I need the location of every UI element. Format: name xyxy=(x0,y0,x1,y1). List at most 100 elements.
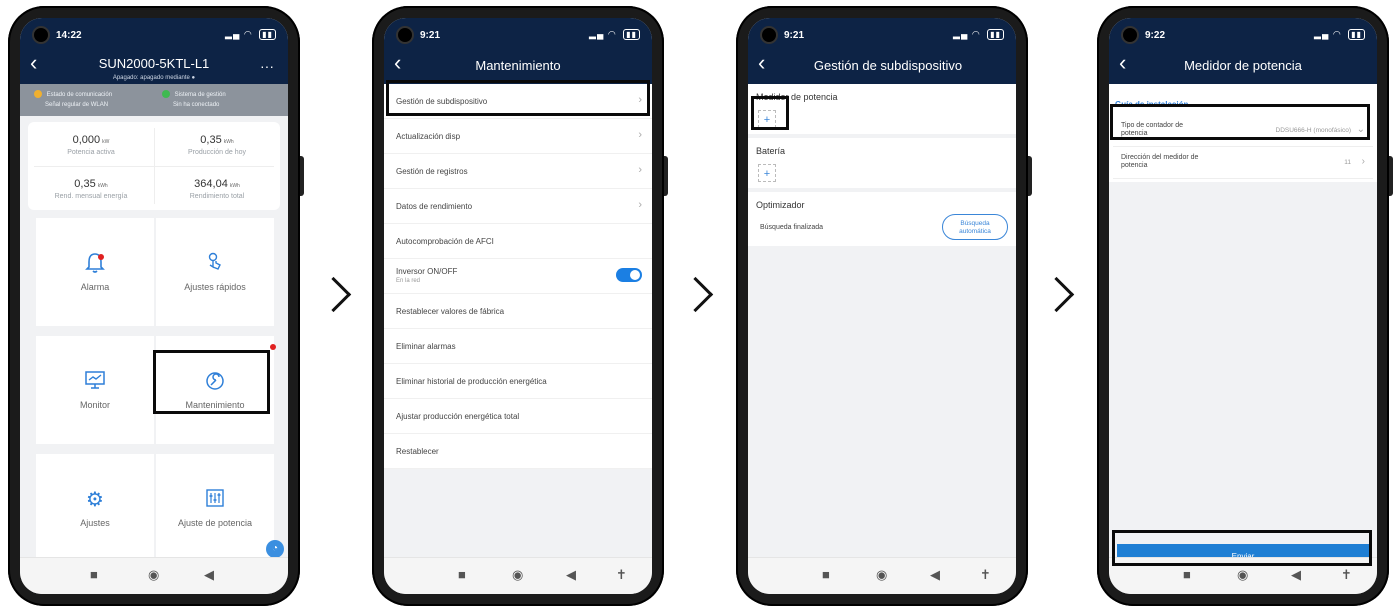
chevron-right-icon: › xyxy=(638,199,642,211)
camera-icon xyxy=(760,26,778,44)
recent-apps-icon[interactable]: ■ xyxy=(1183,567,1191,582)
field-meter-address[interactable]: Dirección del medidor de potencia 11 › xyxy=(1113,148,1373,179)
battery-icon: ▮▮ xyxy=(987,29,1004,40)
menu-item-reset[interactable]: Restablecer xyxy=(384,434,652,469)
recent-apps-icon[interactable]: ■ xyxy=(458,567,466,582)
menu-item-label: Inversor ON/OFF xyxy=(396,267,458,276)
comm-status-value: Señal regular de WLAN xyxy=(45,102,109,108)
tile-power-adjust[interactable]: Ajuste de potencia xyxy=(156,454,274,562)
stat-label: Rendimiento total xyxy=(189,193,245,200)
accessibility-icon[interactable]: ✝ xyxy=(1341,567,1352,583)
highlight-add-meter xyxy=(751,96,789,130)
stat-unit: kWh xyxy=(97,183,108,189)
menu-item-label: Eliminar alarmas xyxy=(396,342,456,351)
battery-icon: ▮▮ xyxy=(259,29,276,40)
signal-icons: ▂▄ ◠ ▮▮ xyxy=(953,29,1004,40)
menu-item-label: Restablecer valores de fábrica xyxy=(396,307,505,316)
stat-unit: kW xyxy=(102,139,110,145)
chevron-right-icon: › xyxy=(638,164,642,176)
menu-item-label: Ajustar producción energética total xyxy=(396,412,520,421)
screen-device-home: 14:22 ▂▄ ◠ ▮▮ ‹ SUN2000-5KTL-L1 Apagado:… xyxy=(20,18,288,594)
app-header: 14:22 ▂▄ ◠ ▮▮ ‹ SUN2000-5KTL-L1 Apagado:… xyxy=(20,18,288,84)
recent-apps-icon[interactable]: ■ xyxy=(822,567,830,582)
menu-item-label: Gestión de registros xyxy=(396,167,468,176)
sliders-icon xyxy=(156,488,274,512)
tile-label: Ajustes rápidos xyxy=(184,282,246,292)
device-title: SUN2000-5KTL-L1 xyxy=(98,56,210,71)
tile-alarm[interactable]: Alarma xyxy=(36,218,154,326)
status-time: 9:22 xyxy=(1145,30,1166,41)
app-header: 9:21 ▂▄ ◠ ▮▮ ‹ Gestión de subdispositivo xyxy=(748,18,1016,84)
signal-icons: ▂▄ ◠ ▮▮ xyxy=(1314,29,1365,40)
comm-status: Estado de comunicación Señal regular de … xyxy=(34,90,112,110)
android-nav-bar: ■ ◉ ◀ ✝ xyxy=(384,557,652,594)
stats-card: 0,000 kW Potencia activa 0,35 kWh Producci… xyxy=(28,122,280,210)
menu-item-clear-history[interactable]: Eliminar historial de producción energét… xyxy=(384,364,652,399)
status-bar: 9:21 ▂▄ ◠ ▮▮ xyxy=(748,26,1016,46)
highlight-subdevice xyxy=(386,80,650,116)
step-arrow-3 xyxy=(1038,276,1075,313)
tile-label: Ajustes xyxy=(80,518,110,528)
android-nav-bar: ■ ◉ ◀ ✝ xyxy=(748,557,1016,594)
mgmt-status-label: Sistema de gestión xyxy=(174,92,226,98)
menu-item-clear-alarms[interactable]: Eliminar alarmas xyxy=(384,329,652,364)
home-icon[interactable]: ◉ xyxy=(148,567,159,583)
menu-item-inverter-onoff: Inversor ON/OFF En la red xyxy=(384,259,652,294)
back-nav-icon[interactable]: ◀ xyxy=(204,567,214,583)
menu-item-factory-reset[interactable]: Restablecer valores de fábrica xyxy=(384,294,652,329)
tile-label: Ajuste de potencia xyxy=(177,518,253,528)
stat-active-power: 0,000 kW Potencia activa xyxy=(28,134,154,156)
menu-item-adjust-total[interactable]: Ajustar producción energética total xyxy=(384,399,652,434)
menu-item-logs[interactable]: Gestión de registros › xyxy=(384,154,652,189)
more-icon[interactable]: ··· xyxy=(260,58,274,74)
back-nav-icon[interactable]: ◀ xyxy=(1291,567,1301,583)
status-time: 9:21 xyxy=(420,30,441,41)
stat-total-yield: 364,04 kWh Rendimiento total xyxy=(154,178,280,200)
monitor-icon xyxy=(36,370,154,394)
search-status: Búsqueda finalizada xyxy=(760,224,824,231)
recent-apps-icon[interactable]: ■ xyxy=(90,567,98,582)
tile-settings[interactable]: ⚙ Ajustes xyxy=(36,454,154,562)
stat-value: 0,35 xyxy=(74,178,96,190)
info-bar: Estado de comunicación Señal regular de … xyxy=(20,84,288,116)
menu-item-performance[interactable]: Datos de rendimiento › xyxy=(384,189,652,224)
signal-icons: ▂▄ ◠ ▮▮ xyxy=(225,29,276,40)
back-nav-icon[interactable]: ◀ xyxy=(566,567,576,583)
status-bar: 14:22 ▂▄ ◠ ▮▮ xyxy=(20,26,288,46)
accessibility-icon[interactable]: ✝ xyxy=(616,567,627,583)
home-icon[interactable]: ◉ xyxy=(876,567,887,583)
gear-icon: ⚙ xyxy=(86,489,104,511)
chevron-right-icon: › xyxy=(638,129,642,141)
accessibility-icon[interactable]: ✝ xyxy=(980,567,991,583)
page-title: Gestión de subdispositivo xyxy=(813,58,963,73)
auto-search-button[interactable]: Búsqueda automática xyxy=(942,214,1008,240)
stat-today-yield: 0,35 kWh Producción de hoy xyxy=(154,134,280,156)
tile-quick-settings[interactable]: Ajustes rápidos xyxy=(156,218,274,326)
maintenance-menu: Gestión de subdispositivo › Actualización… xyxy=(384,84,652,469)
comm-status-label: Estado de comunicación xyxy=(46,92,113,98)
menu-item-sublabel: En la red xyxy=(396,278,421,284)
status-bar: 9:21 ▂▄ ◠ ▮▮ xyxy=(384,26,652,46)
stat-value: 0,000 xyxy=(72,134,101,146)
add-battery-button[interactable]: + xyxy=(758,164,776,182)
highlight-meter-type xyxy=(1110,104,1370,140)
menu-item-label: Autocomprobación de AFCI xyxy=(396,237,494,246)
back-nav-icon[interactable]: ◀ xyxy=(930,567,940,583)
section-title: Optimizador xyxy=(756,200,805,210)
mgmt-status-value: Sin ha conectado xyxy=(173,102,220,108)
tile-monitor[interactable]: Monitor xyxy=(36,336,154,444)
menu-item-label: Datos de rendimiento xyxy=(396,202,473,211)
status-time: 9:21 xyxy=(784,30,805,41)
inverter-toggle[interactable] xyxy=(616,268,642,282)
home-icon[interactable]: ◉ xyxy=(1237,567,1248,583)
battery-icon: ▮▮ xyxy=(1348,29,1365,40)
android-nav-bar: ■ ◉ ◀ xyxy=(20,557,288,594)
menu-item-afci[interactable]: Autocomprobación de AFCI xyxy=(384,224,652,259)
stat-label: Rend. mensual energía xyxy=(54,193,128,200)
mgmt-status-icon xyxy=(162,90,170,99)
battery-icon: ▮▮ xyxy=(623,29,640,40)
home-icon[interactable]: ◉ xyxy=(512,567,523,583)
menu-item-label: Actualización disp xyxy=(396,132,461,141)
chat-fab-icon[interactable]: ◔ xyxy=(266,540,284,558)
menu-item-update[interactable]: Actualización disp › xyxy=(384,119,652,154)
